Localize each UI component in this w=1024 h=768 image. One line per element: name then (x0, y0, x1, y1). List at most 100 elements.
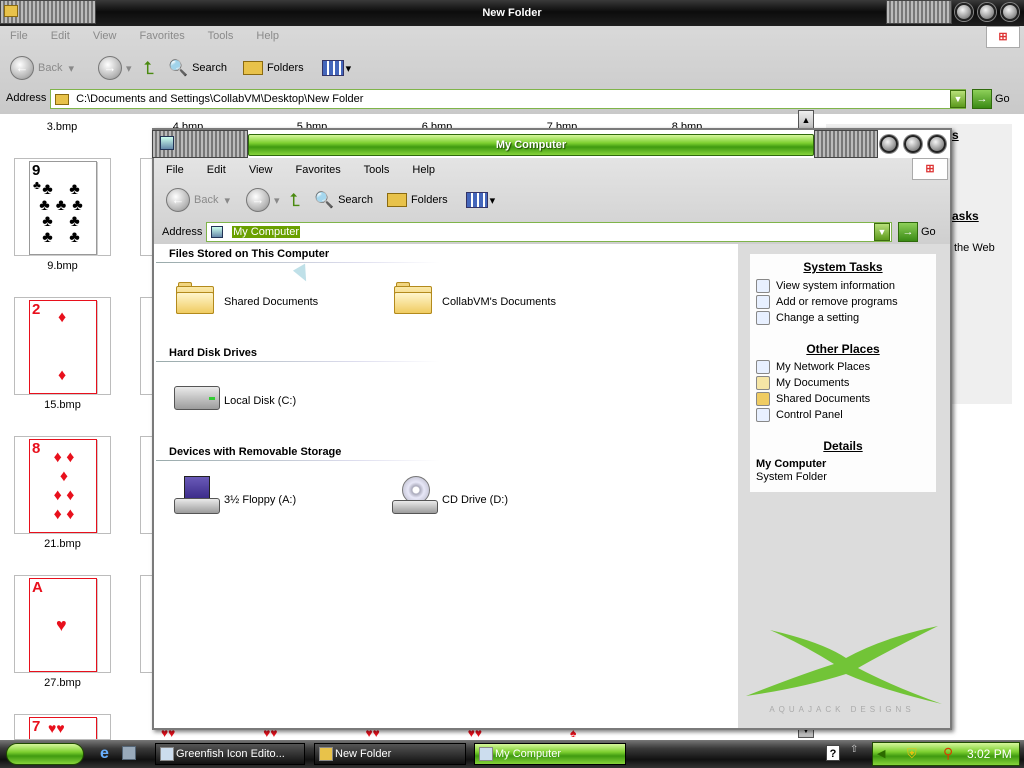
up-folder-icon[interactable]: ⮤ (144, 58, 155, 79)
minimize-button[interactable] (880, 135, 898, 153)
go-button[interactable]: Go (921, 226, 936, 238)
thumbnail-frame[interactable]: 2 ♦ ♦ (14, 297, 111, 395)
place-label[interactable]: Shared Documents (776, 393, 870, 405)
menu-help[interactable]: Help (412, 164, 435, 176)
menu-edit[interactable]: Edit (51, 30, 70, 42)
thumbnail-frame[interactable]: 7 ♥♥ (14, 714, 111, 740)
thumbnail-frame[interactable]: 8 ♦ ♦ ♦ ♦ ♦ ♦ ♦ (14, 436, 111, 534)
clock[interactable]: 3:02 PM (967, 747, 1012, 761)
back-menubar: File Edit View Favorites Tools Help (10, 30, 299, 42)
internet-explorer-icon[interactable]: e (100, 745, 109, 763)
address-dropdown-button[interactable]: ▼ (874, 223, 890, 241)
search-icon[interactable]: 🔍 (168, 58, 188, 78)
item-label[interactable]: CollabVM's Documents (442, 296, 556, 308)
menu-view[interactable]: View (249, 164, 273, 176)
item-label[interactable]: Shared Documents (224, 296, 318, 308)
collabvm-documents-item[interactable] (394, 282, 432, 314)
task-label[interactable]: Change a setting (776, 312, 859, 324)
views-icon[interactable] (465, 192, 488, 208)
menu-view[interactable]: View (93, 30, 117, 42)
maximize-button[interactable] (978, 3, 996, 21)
shared-documents-item[interactable] (176, 282, 214, 314)
show-desktop-icon[interactable] (122, 746, 136, 760)
hard-disk-icon[interactable] (174, 386, 220, 410)
views-icon[interactable] (321, 60, 344, 76)
file-label-15[interactable]: 15.bmp (14, 399, 111, 411)
item-label[interactable]: 3½ Floppy (A:) (224, 494, 296, 506)
file-label-3[interactable]: 3.bmp (20, 121, 104, 133)
go-arrow-icon[interactable]: → (972, 89, 992, 109)
taskbar: e Greenfish Icon Edito... New Folder My … (0, 740, 1024, 768)
menu-file[interactable]: File (10, 30, 28, 42)
up-folder-icon[interactable]: ⮤ (290, 190, 301, 211)
task-add-remove-programs[interactable]: Add or remove programs (756, 294, 898, 310)
item-label[interactable]: Local Disk (C:) (224, 395, 296, 407)
forward-arrow-icon[interactable]: → (98, 56, 122, 80)
search-icon[interactable]: 🔍 (314, 190, 334, 210)
minimize-button[interactable] (955, 3, 973, 21)
shield-icon[interactable]: ⛨ (907, 746, 917, 762)
tray-expand-icon[interactable]: ⇧ (850, 744, 858, 755)
taskbar-button-my-computer[interactable]: My Computer (474, 743, 626, 765)
close-button[interactable] (928, 135, 946, 153)
place-shared-documents[interactable]: Shared Documents (756, 391, 870, 407)
start-button[interactable] (6, 743, 84, 765)
section-heading: Files Stored on This Computer (169, 248, 330, 260)
task-label[interactable]: Add or remove programs (776, 296, 898, 308)
address-dropdown-button[interactable]: ▼ (950, 90, 966, 108)
divider (156, 460, 440, 461)
taskbar-button-greenfish[interactable]: Greenfish Icon Edito... (155, 743, 305, 765)
thumbnail-frame[interactable]: 9 ♣ ♣ ♣ ♣♣♣ ♣ ♣ ♣ ♣ (14, 158, 111, 256)
search-button[interactable]: Search (192, 62, 227, 74)
details-title: Details (823, 439, 863, 453)
system-tasks-title: System Tasks (803, 260, 883, 274)
task-view-system-info[interactable]: View system information (756, 278, 898, 294)
address-bar[interactable]: My Computer (206, 222, 892, 242)
thumbnail-frame[interactable]: A ♥ (14, 575, 111, 673)
help-icon[interactable]: ? (826, 745, 840, 761)
task-label[interactable]: View system information (776, 280, 895, 292)
file-label-27[interactable]: 27.bmp (14, 677, 111, 689)
back-button-label[interactable]: Back (38, 62, 62, 74)
tray-arrow-icon[interactable]: ◀ (877, 747, 885, 760)
scroll-up-button[interactable]: ▲ (798, 110, 814, 130)
front-toolbar: ← Back ▾ → ▾ ⮤ 🔍 Search Folders ▾ (166, 188, 495, 212)
folders-button[interactable]: Folders (267, 62, 304, 74)
search-button[interactable]: Search (338, 194, 373, 206)
place-my-documents[interactable]: My Documents (756, 375, 870, 391)
search-icon[interactable]: ⚲ (943, 745, 953, 762)
floppy-drive-icon[interactable] (174, 476, 220, 516)
place-label[interactable]: My Documents (776, 377, 849, 389)
folders-button[interactable]: Folders (411, 194, 448, 206)
forward-arrow-icon[interactable]: → (246, 188, 270, 212)
place-network[interactable]: My Network Places (756, 359, 870, 375)
menu-favorites[interactable]: Favorites (140, 30, 185, 42)
place-control-panel[interactable]: Control Panel (756, 407, 870, 423)
menu-file[interactable]: File (166, 164, 184, 176)
back-arrow-icon[interactable]: ← (10, 56, 34, 80)
place-label[interactable]: Control Panel (776, 409, 843, 421)
menu-edit[interactable]: Edit (207, 164, 226, 176)
network-icon (756, 360, 770, 374)
cd-drive-icon[interactable] (392, 476, 438, 516)
address-bar[interactable]: C:\Documents and Settings\CollabVM\Deskt… (50, 89, 966, 109)
new-folder-titlebar[interactable]: New Folder (0, 0, 1024, 26)
item-label[interactable]: CD Drive (D:) (442, 494, 508, 506)
my-computer-titlebar[interactable]: My Computer (248, 134, 814, 156)
file-label-21[interactable]: 21.bmp (14, 538, 111, 550)
taskbar-button-new-folder[interactable]: New Folder (314, 743, 466, 765)
task-change-setting[interactable]: Change a setting (756, 310, 898, 326)
back-button-label[interactable]: Back (194, 194, 218, 206)
go-button[interactable]: Go (995, 93, 1010, 105)
taskbar-label: New Folder (335, 748, 392, 760)
file-label-9[interactable]: 9.bmp (14, 260, 111, 272)
place-label[interactable]: My Network Places (776, 361, 870, 373)
close-button[interactable] (1001, 3, 1019, 21)
go-arrow-icon[interactable]: → (898, 222, 918, 242)
menu-tools[interactable]: Tools (364, 164, 390, 176)
menu-help[interactable]: Help (256, 30, 279, 42)
back-arrow-icon[interactable]: ← (166, 188, 190, 212)
maximize-button[interactable] (904, 135, 922, 153)
menu-tools[interactable]: Tools (208, 30, 234, 42)
menu-favorites[interactable]: Favorites (296, 164, 341, 176)
